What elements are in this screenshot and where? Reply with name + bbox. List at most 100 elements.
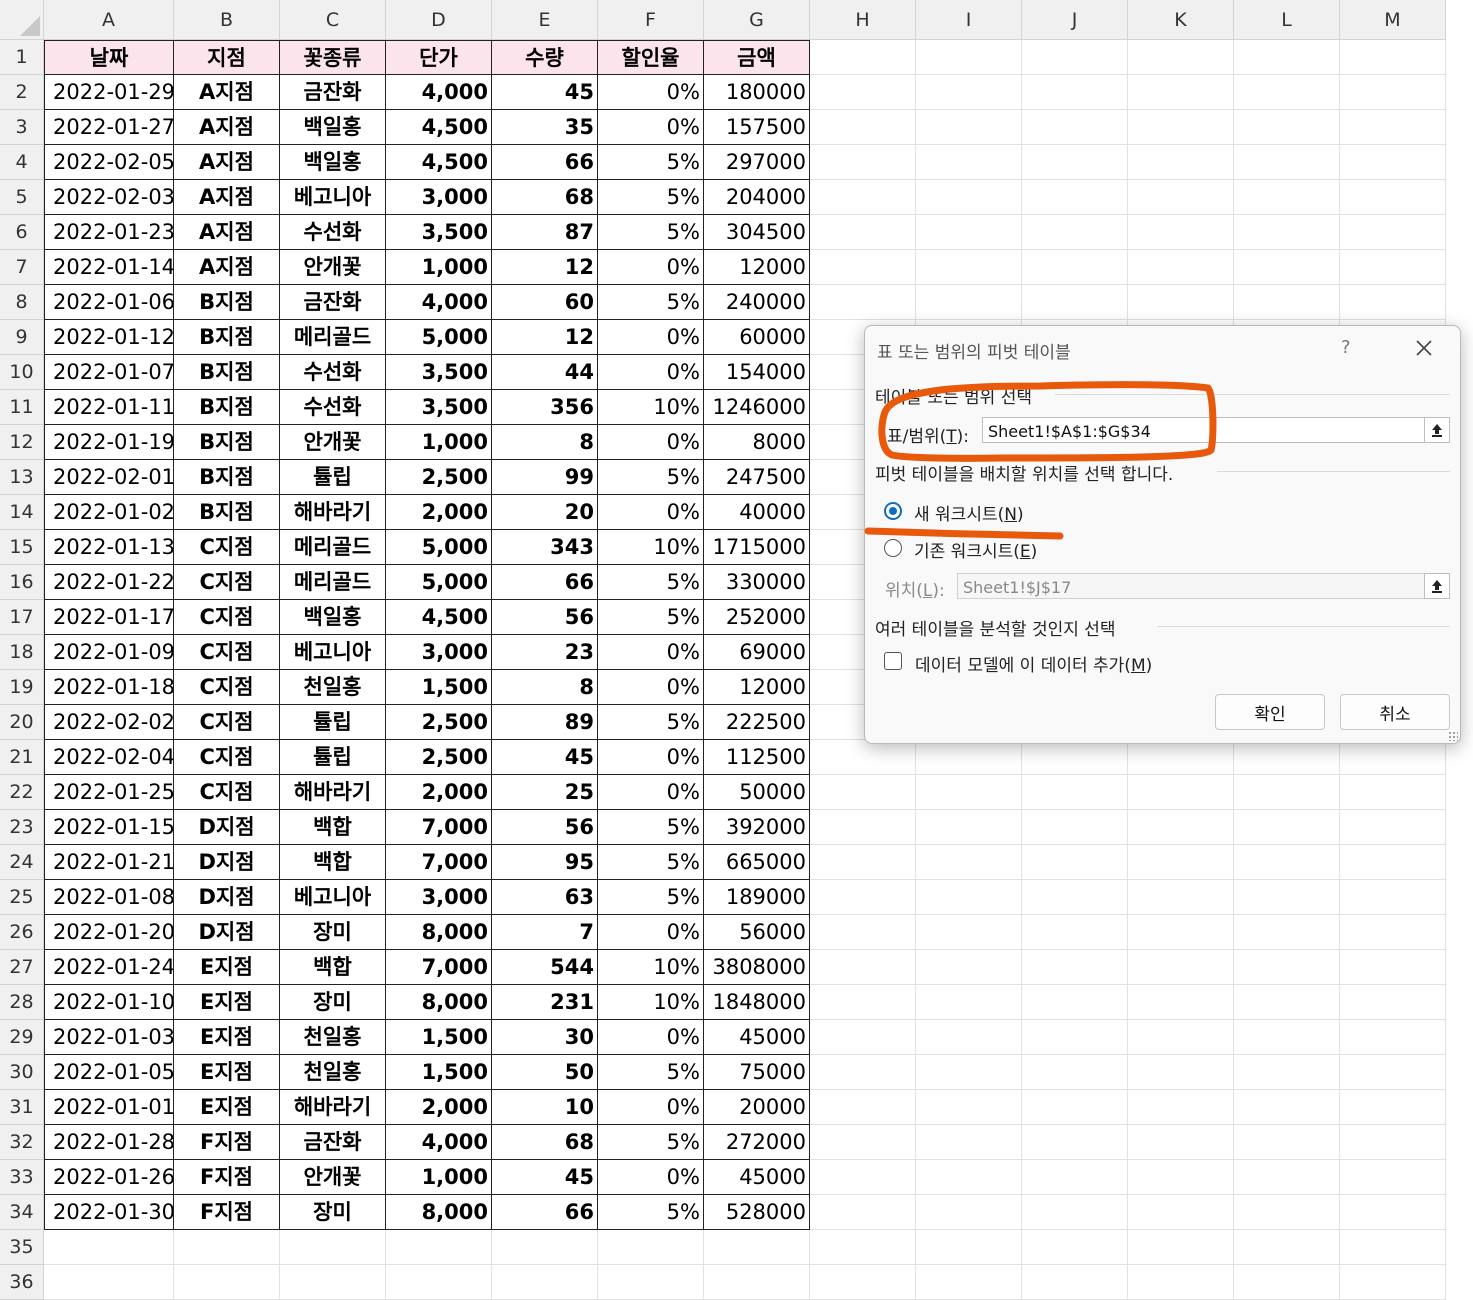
row-header-28[interactable]: 28 [0, 985, 44, 1020]
table-cell-unit-price[interactable]: 4,500 [386, 110, 492, 145]
table-cell-flower-type[interactable]: 해바라기 [280, 775, 386, 810]
table-cell-unit-price[interactable]: 8,000 [386, 915, 492, 950]
table-cell-amount[interactable]: 3808000 [704, 950, 810, 985]
row-header-26[interactable]: 26 [0, 915, 44, 950]
table-cell-amount[interactable]: 392000 [704, 810, 810, 845]
table-cell-amount[interactable]: 157500 [704, 110, 810, 145]
table-cell-discount-rate[interactable]: 10% [598, 530, 704, 565]
table-cell-quantity[interactable]: 60 [492, 285, 598, 320]
table-cell-branch[interactable]: E지점 [174, 950, 280, 985]
table-cell-flower-type[interactable]: 메리골드 [280, 530, 386, 565]
table-cell-date[interactable]: 2022-01-15 [44, 810, 174, 845]
table-cell-quantity[interactable]: 95 [492, 845, 598, 880]
table-cell-discount-rate[interactable]: 0% [598, 75, 704, 110]
table-cell-branch[interactable]: B지점 [174, 285, 280, 320]
table-cell-quantity[interactable]: 50 [492, 1055, 598, 1090]
empty-cell[interactable] [916, 40, 1022, 75]
table-cell-discount-rate[interactable]: 10% [598, 950, 704, 985]
empty-cell[interactable] [1022, 985, 1128, 1020]
table-cell-date[interactable]: 2022-01-23 [44, 215, 174, 250]
table-cell-amount[interactable]: 330000 [704, 565, 810, 600]
table-header-flower-type[interactable]: 꽃종류 [280, 40, 386, 75]
empty-cell[interactable] [810, 40, 916, 75]
empty-cell[interactable] [1340, 880, 1446, 915]
empty-cell[interactable] [810, 215, 916, 250]
empty-cell[interactable] [1234, 1265, 1340, 1300]
empty-cell[interactable] [1340, 1055, 1446, 1090]
column-header-l[interactable]: L [1234, 0, 1340, 40]
resize-grip[interactable] [1448, 731, 1458, 741]
column-header-e[interactable]: E [492, 0, 598, 40]
empty-cell[interactable] [1234, 1195, 1340, 1230]
table-cell-branch[interactable]: A지점 [174, 215, 280, 250]
row-header-5[interactable]: 5 [0, 180, 44, 215]
location-picker-button[interactable] [1424, 573, 1450, 599]
table-cell-flower-type[interactable]: 수선화 [280, 355, 386, 390]
table-cell-amount[interactable]: 50000 [704, 775, 810, 810]
table-cell-quantity[interactable]: 63 [492, 880, 598, 915]
table-cell-branch[interactable]: C지점 [174, 635, 280, 670]
table-cell-branch[interactable]: B지점 [174, 495, 280, 530]
empty-cell[interactable] [1022, 810, 1128, 845]
empty-cell[interactable] [1128, 1055, 1234, 1090]
empty-cell[interactable] [916, 75, 1022, 110]
empty-cell[interactable] [810, 880, 916, 915]
table-cell-flower-type[interactable]: 메리골드 [280, 565, 386, 600]
empty-cell[interactable] [1022, 950, 1128, 985]
table-cell-discount-rate[interactable]: 0% [598, 425, 704, 460]
empty-cell[interactable] [598, 1230, 704, 1265]
empty-cell[interactable] [916, 880, 1022, 915]
empty-cell[interactable] [1022, 880, 1128, 915]
table-cell-discount-rate[interactable]: 10% [598, 985, 704, 1020]
table-cell-unit-price[interactable]: 1,000 [386, 425, 492, 460]
table-cell-amount[interactable]: 75000 [704, 1055, 810, 1090]
range-input[interactable]: Sheet1!$A$1:$G$34 [982, 417, 1425, 443]
empty-cell[interactable] [1340, 950, 1446, 985]
table-cell-flower-type[interactable]: 천일홍 [280, 1055, 386, 1090]
table-cell-flower-type[interactable]: 백합 [280, 845, 386, 880]
row-header-16[interactable]: 16 [0, 565, 44, 600]
empty-cell[interactable] [1234, 1160, 1340, 1195]
table-cell-flower-type[interactable]: 안개꽃 [280, 425, 386, 460]
empty-cell[interactable] [1340, 1160, 1446, 1195]
column-header-k[interactable]: K [1128, 0, 1234, 40]
row-header-19[interactable]: 19 [0, 670, 44, 705]
empty-cell[interactable] [1128, 985, 1234, 1020]
empty-cell[interactable] [1340, 215, 1446, 250]
table-cell-quantity[interactable]: 87 [492, 215, 598, 250]
empty-cell[interactable] [1022, 1160, 1128, 1195]
table-cell-date[interactable]: 2022-01-17 [44, 600, 174, 635]
table-cell-date[interactable]: 2022-01-11 [44, 390, 174, 425]
table-cell-discount-rate[interactable]: 5% [598, 215, 704, 250]
row-header-13[interactable]: 13 [0, 460, 44, 495]
row-header-35[interactable]: 35 [0, 1230, 44, 1265]
empty-cell[interactable] [916, 285, 1022, 320]
empty-cell[interactable] [810, 1230, 916, 1265]
table-cell-amount[interactable]: 56000 [704, 915, 810, 950]
row-header-33[interactable]: 33 [0, 1160, 44, 1195]
table-cell-amount[interactable]: 272000 [704, 1125, 810, 1160]
table-cell-date[interactable]: 2022-02-01 [44, 460, 174, 495]
table-header-amount[interactable]: 금액 [704, 40, 810, 75]
table-cell-date[interactable]: 2022-01-10 [44, 985, 174, 1020]
table-header-quantity[interactable]: 수량 [492, 40, 598, 75]
table-cell-date[interactable]: 2022-01-24 [44, 950, 174, 985]
table-cell-branch[interactable]: E지점 [174, 1055, 280, 1090]
empty-cell[interactable] [1022, 250, 1128, 285]
empty-cell[interactable] [1340, 110, 1446, 145]
empty-cell[interactable] [1022, 215, 1128, 250]
table-cell-branch[interactable]: A지점 [174, 250, 280, 285]
table-cell-unit-price[interactable]: 7,000 [386, 845, 492, 880]
empty-cell[interactable] [916, 1125, 1022, 1160]
table-cell-flower-type[interactable]: 장미 [280, 915, 386, 950]
table-cell-quantity[interactable]: 45 [492, 740, 598, 775]
table-cell-branch[interactable]: C지점 [174, 530, 280, 565]
empty-cell[interactable] [174, 1265, 280, 1300]
empty-cell[interactable] [1022, 1020, 1128, 1055]
empty-cell[interactable] [1340, 75, 1446, 110]
empty-cell[interactable] [1234, 40, 1340, 75]
empty-cell[interactable] [1022, 145, 1128, 180]
row-header-10[interactable]: 10 [0, 355, 44, 390]
table-cell-date[interactable]: 2022-01-14 [44, 250, 174, 285]
table-cell-amount[interactable]: 252000 [704, 600, 810, 635]
